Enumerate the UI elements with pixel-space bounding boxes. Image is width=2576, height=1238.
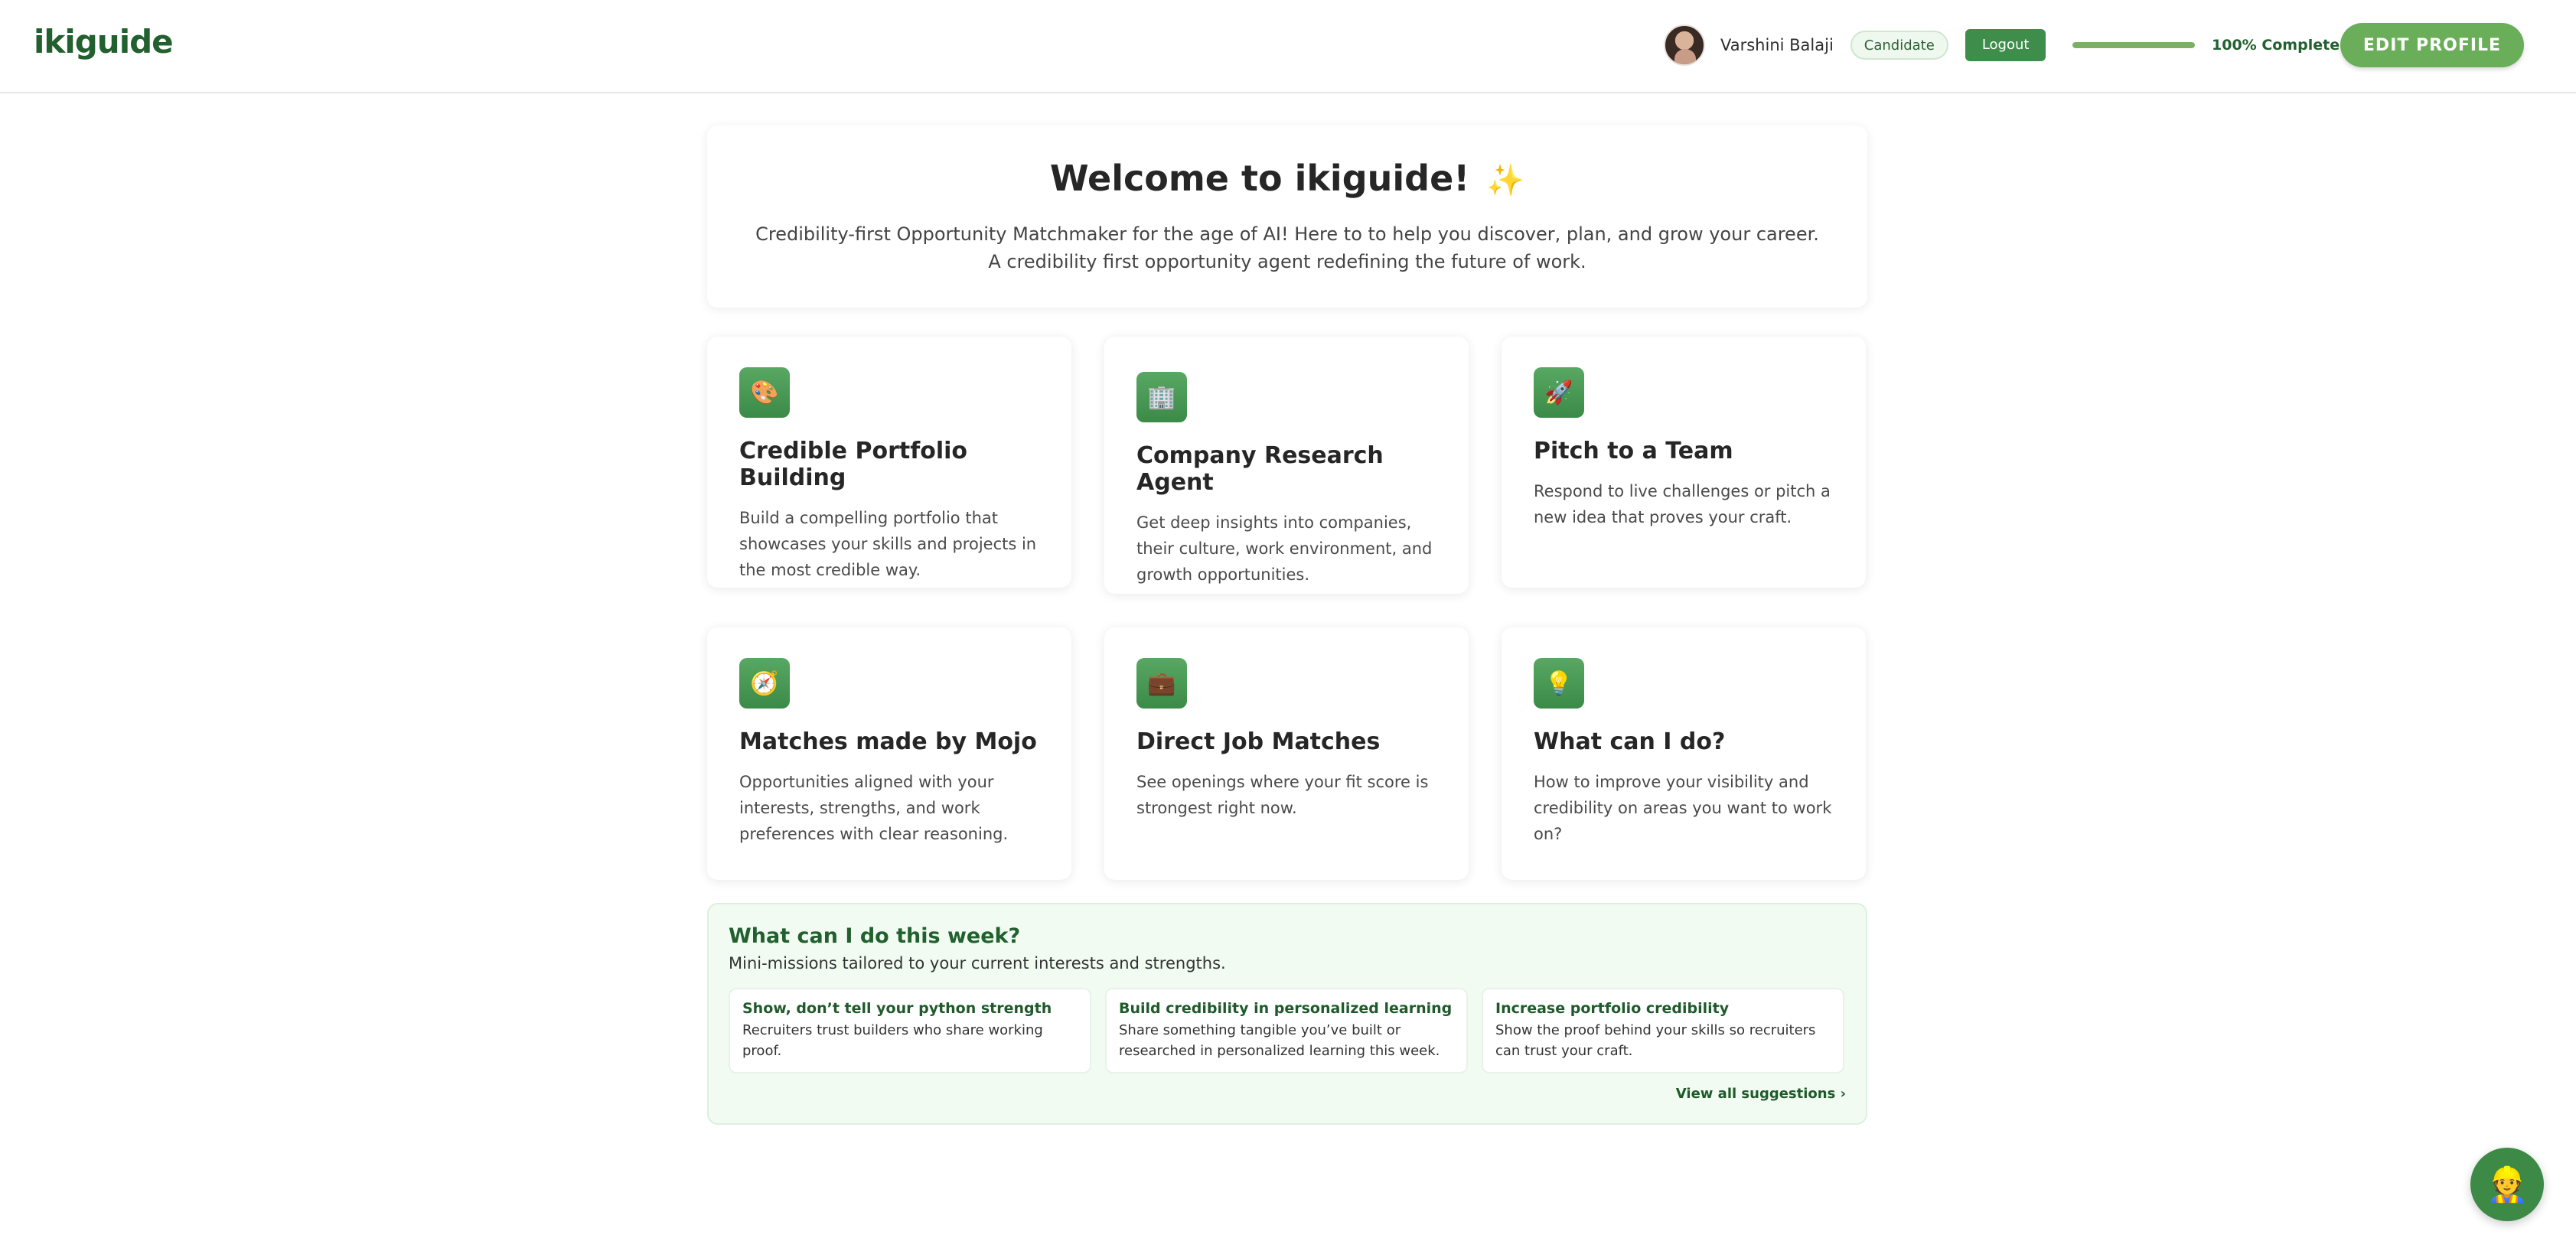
card-description: See openings where your fit score is str… (1136, 773, 1429, 817)
mission-description: Recruiters trust builders who share work… (742, 1022, 1043, 1059)
card-title: Company Research Agent (1136, 442, 1384, 496)
avatar[interactable] (1664, 24, 1705, 66)
profile-progress: 100% Complete (2072, 31, 2340, 60)
card-title: Matches made by Mojo (739, 728, 1037, 755)
page: ikiguide Varshini Balaji Candidate Logou… (0, 0, 2576, 1238)
mission-title: Show, don’t tell your python strength (742, 1000, 1052, 1017)
logout-button[interactable]: Logout (1965, 29, 2046, 61)
weekly-missions: What can I do this week? Mini-missions t… (707, 903, 1867, 1125)
mission-list: Show, don’t tell your python strength Re… (729, 988, 1846, 1073)
card-title: Credible Portfolio Building (739, 438, 968, 491)
card-description: Respond to live challenges or pitch a ne… (1534, 482, 1831, 526)
progress-label: 100% Complete (2212, 37, 2340, 54)
mission-card[interactable]: Build credibility in personalized learni… (1105, 988, 1468, 1073)
view-all-suggestions-link[interactable]: View all suggestions › (1676, 1086, 1846, 1102)
mission-card[interactable]: Increase portfolio credibility Show the … (1482, 988, 1844, 1073)
card-what-can-i-do[interactable]: 💡 What can I do? How to improve your vis… (1502, 627, 1866, 880)
welcome-title-text: Welcome to ikiguide! (1049, 158, 1470, 199)
card-title: What can I do? (1534, 728, 1726, 755)
card-portfolio[interactable]: 🎨 Credible Portfolio Building Build a co… (707, 337, 1071, 588)
welcome-card: Welcome to ikiguide! ✨ Credibility-first… (707, 125, 1867, 308)
compass-icon: 🧭 (739, 658, 790, 709)
card-description: Opportunities aligned with your interest… (739, 773, 1009, 843)
sparkle-icon: ✨ (1486, 163, 1525, 198)
brand-logo[interactable]: ikiguide (34, 23, 174, 60)
mission-title: Increase portfolio credibility (1495, 1000, 1730, 1017)
card-job-matches[interactable]: 💼 Direct Job Matches See openings where … (1104, 627, 1469, 880)
progress-fill (2072, 42, 2195, 48)
card-description: How to improve your visibility and credi… (1534, 773, 1832, 843)
mission-title: Build credibility in personalized learni… (1119, 1000, 1453, 1017)
card-description: Get deep insights into companies, their … (1136, 513, 1433, 584)
card-pitch[interactable]: 🚀 Pitch to a Team Respond to live challe… (1502, 337, 1866, 588)
card-description: Build a compelling portfolio that showca… (739, 509, 1037, 579)
card-title: Direct Job Matches (1136, 728, 1381, 755)
card-company-research[interactable]: 🏢 Company Research Agent Get deep insigh… (1104, 337, 1469, 594)
assistant-chat-button[interactable]: 👷 (2470, 1148, 2544, 1221)
mission-card[interactable]: Show, don’t tell your python strength Re… (729, 988, 1091, 1073)
building-icon: 🏢 (1136, 372, 1187, 422)
mission-description: Show the proof behind your skills so rec… (1495, 1022, 1816, 1059)
palette-icon: 🎨 (739, 367, 790, 418)
welcome-line-2: A credibility first opportunity agent re… (988, 251, 1586, 272)
weekly-title: What can I do this week? (729, 924, 1021, 948)
rocket-icon: 🚀 (1534, 367, 1584, 418)
briefcase-icon: 💼 (1136, 658, 1187, 709)
role-badge: Candidate (1850, 31, 1948, 60)
top-header: ikiguide Varshini Balaji Candidate Logou… (0, 0, 2576, 93)
user-name: Varshini Balaji (1720, 36, 1834, 54)
lightbulb-icon: 💡 (1534, 658, 1584, 709)
welcome-line-1: Credibility-first Opportunity Matchmaker… (755, 223, 1819, 245)
card-mojo-matches[interactable]: 🧭 Matches made by Mojo Opportunities ali… (707, 627, 1071, 880)
mission-description: Share something tangible you’ve built or… (1119, 1022, 1440, 1059)
edit-profile-button[interactable]: EDIT PROFILE (2340, 23, 2524, 67)
user-info: Varshini Balaji Candidate Logout (1664, 23, 2046, 67)
card-title: Pitch to a Team (1534, 438, 1733, 464)
weekly-subtitle: Mini-missions tailored to your current i… (729, 954, 1226, 972)
assistant-icon: 👷 (2486, 1165, 2529, 1204)
welcome-title: Welcome to ikiguide! ✨ (707, 158, 1867, 199)
progress-track (2072, 42, 2195, 48)
